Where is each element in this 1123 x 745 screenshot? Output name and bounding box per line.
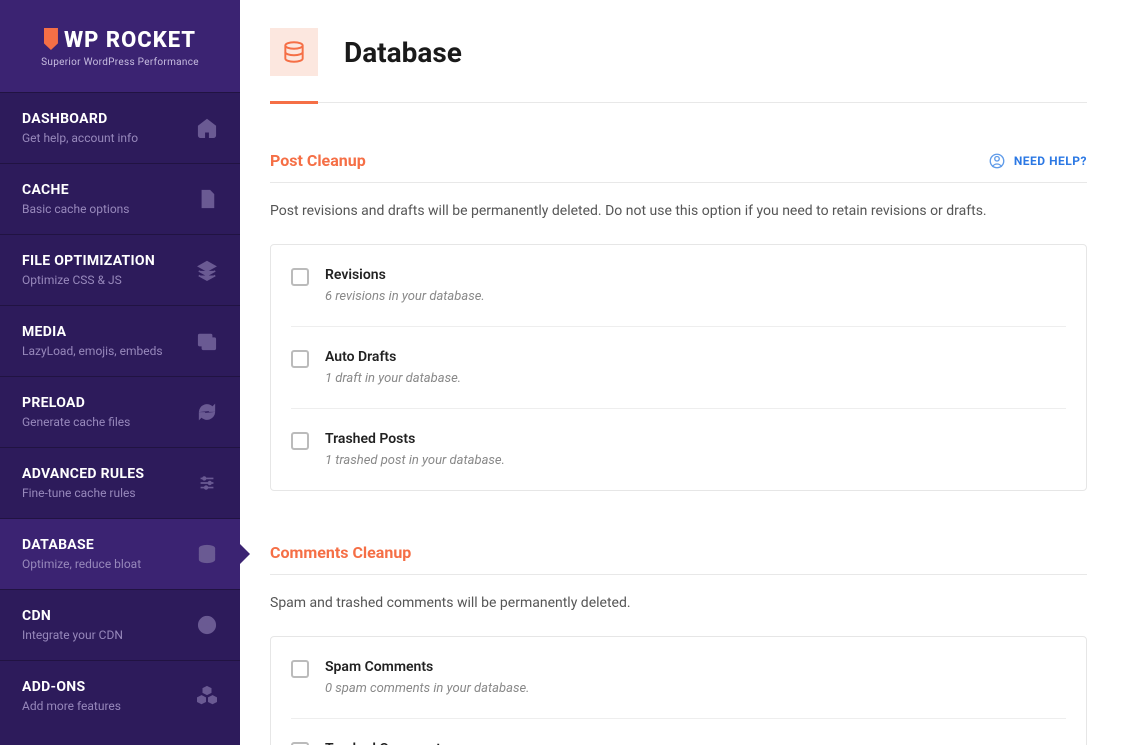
checkbox-spam-comments[interactable] bbox=[291, 660, 309, 678]
option-trashed-comments: Trashed Comments 0 trashed comments in y… bbox=[291, 718, 1066, 745]
option-spam-comments: Spam Comments 0 spam comments in your da… bbox=[291, 637, 1066, 718]
nav-title: CACHE bbox=[22, 182, 130, 198]
sidebar-item-file-optimization[interactable]: FILE OPTIMIZATION Optimize CSS & JS bbox=[0, 234, 240, 305]
nav-sub: Get help, account info bbox=[22, 131, 138, 145]
cubes-icon bbox=[196, 685, 218, 707]
help-icon bbox=[988, 152, 1006, 170]
brand-tagline: Superior WordPress Performance bbox=[20, 57, 220, 68]
sidebar-item-database[interactable]: DATABASE Optimize, reduce bloat bbox=[0, 518, 240, 589]
refresh-icon bbox=[196, 401, 218, 423]
nav-sub: Fine-tune cache rules bbox=[22, 486, 144, 500]
sidebar-item-advanced-rules[interactable]: ADVANCED RULES Fine-tune cache rules bbox=[0, 447, 240, 518]
brand-logo: WP ROCKET Superior WordPress Performance bbox=[0, 0, 240, 92]
section-description: Post revisions and drafts will be perman… bbox=[270, 201, 1087, 222]
sidebar: WP ROCKET Superior WordPress Performance… bbox=[0, 0, 240, 745]
option-label: Trashed Comments bbox=[325, 741, 540, 745]
nav-sub: Generate cache files bbox=[22, 415, 130, 429]
option-label: Auto Drafts bbox=[325, 349, 461, 365]
option-desc: 0 spam comments in your database. bbox=[325, 681, 529, 696]
option-desc: 1 trashed post in your database. bbox=[325, 453, 505, 468]
help-label: NEED HELP? bbox=[1014, 154, 1087, 168]
comments-cleanup-options: Spam Comments 0 spam comments in your da… bbox=[270, 636, 1087, 745]
sidebar-item-cache[interactable]: CACHE Basic cache options bbox=[0, 163, 240, 234]
option-revisions: Revisions 6 revisions in your database. bbox=[291, 245, 1066, 326]
nav-title: FILE OPTIMIZATION bbox=[22, 253, 155, 269]
sidebar-item-media[interactable]: MEDIA LazyLoad, emojis, embeds bbox=[0, 305, 240, 376]
option-label: Spam Comments bbox=[325, 659, 529, 675]
app-root: WP ROCKET Superior WordPress Performance… bbox=[0, 0, 1123, 745]
nav-title: DASHBOARD bbox=[22, 111, 138, 127]
home-icon bbox=[196, 117, 218, 139]
checkbox-trashed-posts[interactable] bbox=[291, 432, 309, 450]
globe-icon bbox=[196, 614, 218, 636]
checkbox-revisions[interactable] bbox=[291, 268, 309, 286]
sidebar-item-cdn[interactable]: CDN Integrate your CDN bbox=[0, 589, 240, 660]
rocket-flag-icon bbox=[44, 28, 58, 50]
database-icon bbox=[196, 543, 218, 565]
nav-sub: Integrate your CDN bbox=[22, 628, 123, 642]
nav-sub: LazyLoad, emojis, embeds bbox=[22, 344, 163, 358]
option-label: Trashed Posts bbox=[325, 431, 505, 447]
page-icon bbox=[270, 28, 318, 76]
database-icon bbox=[281, 39, 307, 65]
section-title: Post Cleanup bbox=[270, 151, 366, 170]
nav-sub: Add more features bbox=[22, 699, 121, 713]
option-label: Revisions bbox=[325, 267, 485, 283]
section-title: Comments Cleanup bbox=[270, 543, 411, 562]
brand-name: WP ROCKET bbox=[20, 28, 220, 53]
header-divider bbox=[270, 102, 1087, 103]
main-panel: Database Post Cleanup NEED HELP? Post re… bbox=[240, 0, 1123, 745]
post-cleanup-options: Revisions 6 revisions in your database. … bbox=[270, 244, 1087, 491]
nav-title: DATABASE bbox=[22, 537, 141, 553]
section-divider bbox=[270, 574, 1087, 575]
sliders-icon bbox=[196, 472, 218, 494]
page-title: Database bbox=[344, 36, 462, 69]
nav-title: PRELOAD bbox=[22, 395, 130, 411]
option-auto-drafts: Auto Drafts 1 draft in your database. bbox=[291, 326, 1066, 408]
page-header: Database bbox=[270, 28, 1087, 76]
nav-sub: Basic cache options bbox=[22, 202, 130, 216]
nav-sub: Optimize CSS & JS bbox=[22, 273, 155, 287]
option-trashed-posts: Trashed Posts 1 trashed post in your dat… bbox=[291, 408, 1066, 490]
need-help-link[interactable]: NEED HELP? bbox=[988, 152, 1087, 170]
option-desc: 1 draft in your database. bbox=[325, 371, 461, 386]
section-description: Spam and trashed comments will be perman… bbox=[270, 593, 1087, 614]
nav-title: ADVANCED RULES bbox=[22, 466, 144, 482]
nav-title: CDN bbox=[22, 608, 123, 624]
nav-title: ADD-ONS bbox=[22, 679, 121, 695]
option-desc: 6 revisions in your database. bbox=[325, 289, 485, 304]
sidebar-item-preload[interactable]: PRELOAD Generate cache files bbox=[0, 376, 240, 447]
nav-title: MEDIA bbox=[22, 324, 163, 340]
section-header-post-cleanup: Post Cleanup NEED HELP? bbox=[270, 151, 1087, 170]
sidebar-item-addons[interactable]: ADD-ONS Add more features bbox=[0, 660, 240, 731]
image-icon bbox=[196, 330, 218, 352]
section-divider bbox=[270, 182, 1087, 183]
layers-icon bbox=[196, 259, 218, 281]
section-header-comments-cleanup: Comments Cleanup bbox=[270, 543, 1087, 562]
file-icon bbox=[196, 188, 218, 210]
nav-sub: Optimize, reduce bloat bbox=[22, 557, 141, 571]
sidebar-nav: DASHBOARD Get help, account info CACHE B… bbox=[0, 92, 240, 731]
sidebar-item-dashboard[interactable]: DASHBOARD Get help, account info bbox=[0, 92, 240, 163]
checkbox-auto-drafts[interactable] bbox=[291, 350, 309, 368]
